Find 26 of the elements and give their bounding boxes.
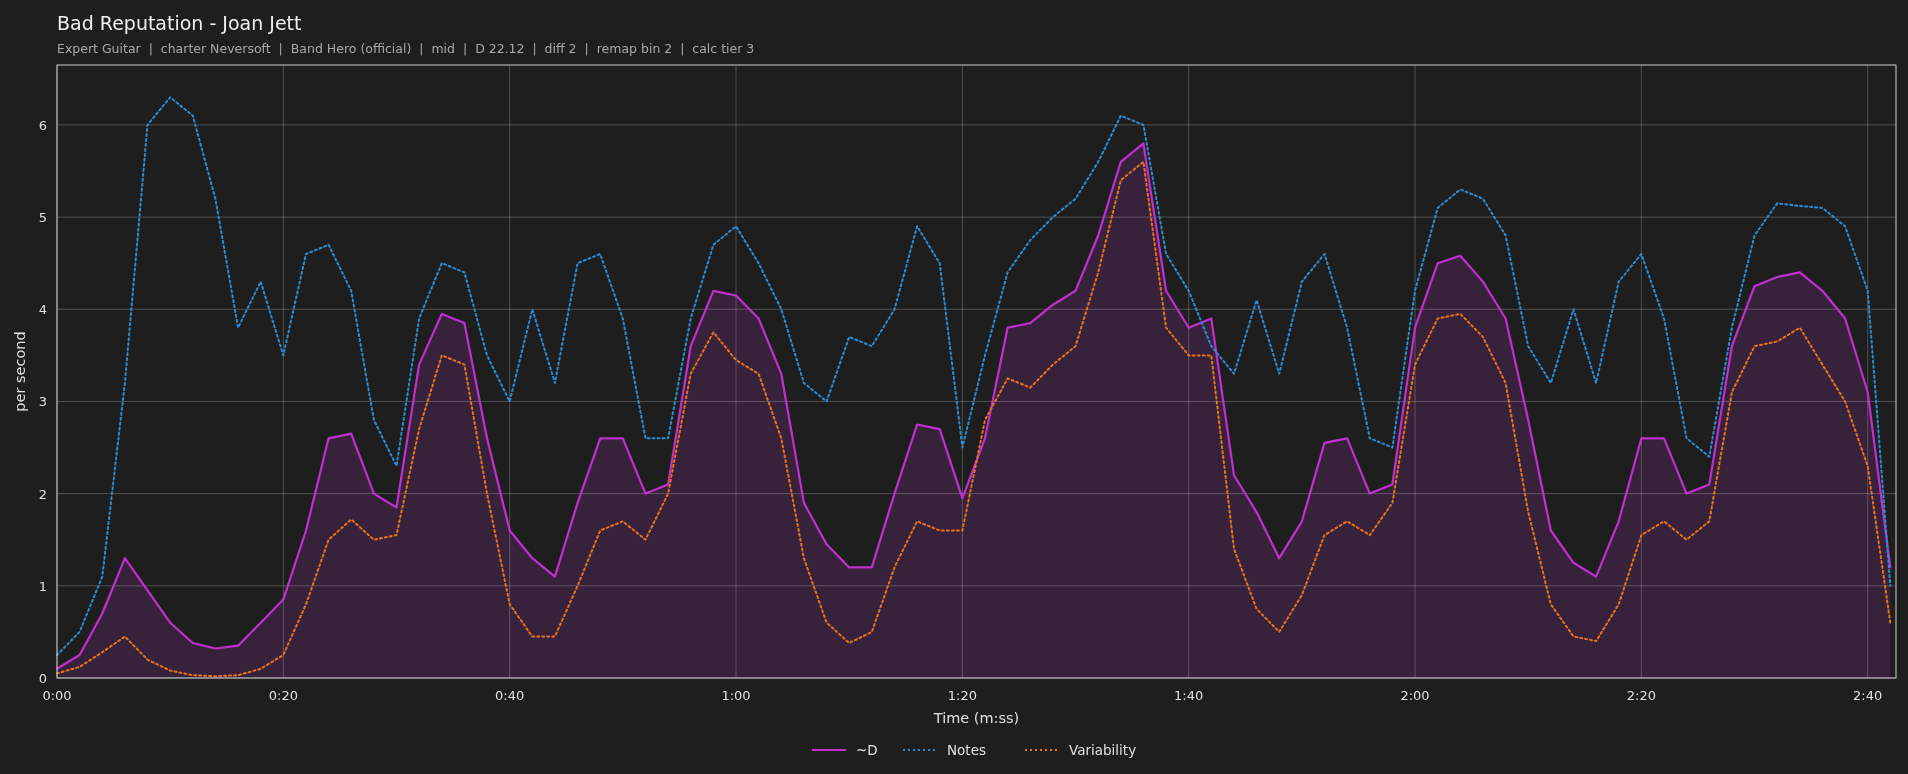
x-tick-label: 1:20 [947, 688, 977, 703]
y-tick-label: 5 [38, 210, 47, 226]
y-tick-label: 2 [38, 486, 47, 502]
x-tick-label: 2:40 [1853, 688, 1883, 703]
chart-title: Bad Reputation - Joan Jett [57, 11, 303, 36]
y-tick-label: 0 [38, 671, 47, 686]
x-tick-label: 1:00 [721, 688, 751, 703]
x-tick-label: 0:00 [42, 688, 72, 703]
y-tick-label: 3 [38, 394, 47, 410]
legend-label: ~D [856, 742, 878, 758]
legend-swatch [903, 748, 937, 752]
x-axis-label: Time (m:ss) [933, 710, 1020, 726]
y-tick-label: 6 [38, 117, 47, 133]
y-axis-label: per second [12, 331, 28, 412]
y-tick-label: 1 [38, 578, 47, 594]
x-tick-label: 0:20 [268, 688, 298, 703]
x-tick-label: 2:00 [1400, 688, 1430, 703]
y-tick-label: 4 [38, 302, 47, 318]
legend-label: Notes [947, 742, 986, 758]
legend-swatch [1025, 748, 1059, 752]
legend-label: Variability [1069, 742, 1137, 758]
x-tick-label: 1:40 [1174, 688, 1204, 703]
x-tick-label: 2:20 [1626, 688, 1656, 703]
chart-subtitle: Expert Guitar | charter Neversoft | Band Hero (official) | mid | D 22.12 | diff 2 | remap bin 2 | calc tier 3 [57, 40, 756, 58]
legend-swatch [812, 748, 846, 752]
x-tick-label: 0:40 [495, 688, 525, 703]
